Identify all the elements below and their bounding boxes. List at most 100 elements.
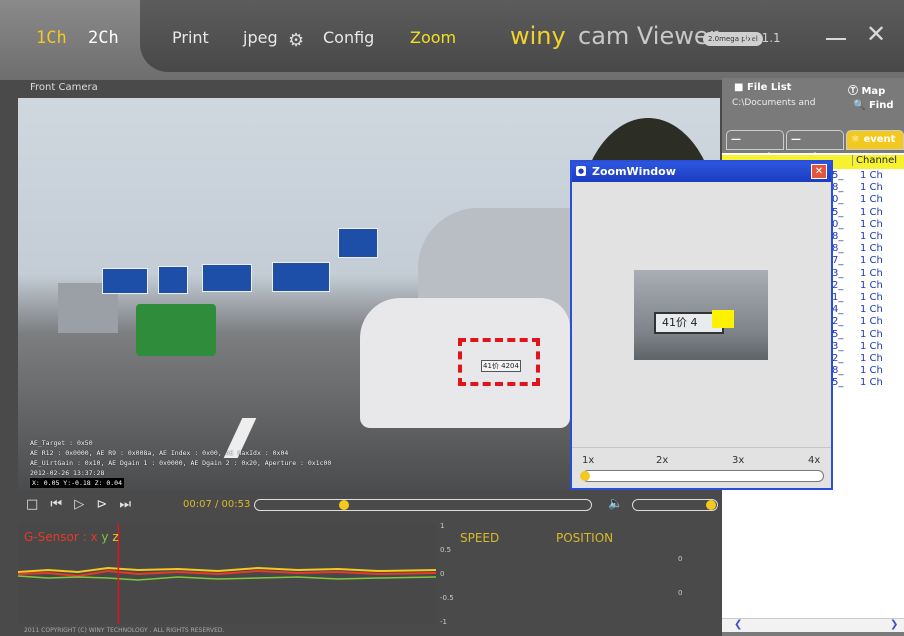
camera-icon: ●: [576, 166, 586, 176]
zoom-level-1x[interactable]: 1x: [582, 455, 594, 466]
zoom-level-3x[interactable]: 3x: [732, 455, 744, 466]
zoom-image: 41价 4: [634, 270, 768, 360]
legend-y: y: [101, 530, 109, 544]
playback-controls[interactable]: □ ⏮ ▷ ⊳ ⏭: [26, 497, 135, 512]
tab-2ch[interactable]: 2Ch: [88, 28, 119, 48]
axis-tick: 0.5: [440, 546, 452, 554]
file-list-button[interactable]: ■ File List: [734, 82, 791, 93]
axis-tick: 0: [440, 570, 445, 578]
list-item[interactable]: 8_ 1 Ch: [832, 182, 902, 193]
gsensor-legend: G-Sensor : x y z: [24, 530, 119, 544]
list-item[interactable]: 8_ 1 Ch: [832, 365, 902, 376]
list-item-channel: 1 Ch: [860, 279, 883, 291]
zoom-level-2x[interactable]: 2x: [656, 455, 668, 466]
gsensor-line-y: [17, 575, 437, 581]
list-item-channel: 1 Ch: [860, 255, 883, 267]
filter-motion[interactable]: — motion: [786, 130, 844, 163]
list-item[interactable]: 0_ 1 Ch: [832, 219, 902, 230]
path-field[interactable]: C:\Documents and: [732, 98, 842, 112]
list-item-number: 5_: [832, 206, 844, 218]
list-item-channel: 1 Ch: [860, 304, 883, 316]
filter-normal[interactable]: — normal: [726, 130, 784, 163]
list-item[interactable]: 5_ 1 Ch: [832, 377, 902, 388]
zoom-slider[interactable]: [582, 470, 824, 482]
volume-knob[interactable]: [706, 500, 716, 510]
gsensor-line-z: [17, 566, 437, 574]
list-item-channel: 1 Ch: [860, 328, 883, 340]
list-item-number: 5_: [832, 170, 844, 181]
list-item-number: 0_: [832, 218, 844, 230]
list-item-number: 8_: [832, 365, 844, 377]
list-item[interactable]: 3_ 1 Ch: [832, 268, 902, 279]
list-item-channel: 1 Ch: [860, 218, 883, 230]
horizontal-scrollbar[interactable]: ❮ ❯: [722, 618, 904, 632]
list-item[interactable]: 5_ 1 Ch: [832, 329, 902, 340]
list-item-number: 4_: [832, 304, 844, 316]
list-item[interactable]: 2_ 1 Ch: [832, 353, 902, 364]
list-item-channel: 1 Ch: [860, 292, 883, 303]
speed-value: 0: [678, 555, 683, 563]
list-item[interactable]: 4_ 1 Ch: [832, 304, 902, 315]
zoom-slider-knob[interactable]: [580, 471, 590, 481]
sensor-overlay: AE_Target : 0x50 AE R12 : 0x0000, AE R9 …: [30, 438, 331, 488]
list-item-channel: 1 Ch: [860, 316, 883, 328]
menu-print[interactable]: Print: [172, 28, 209, 47]
map-button[interactable]: Ⓣ Map: [848, 82, 885, 97]
filter-event-label: event: [863, 134, 896, 145]
minimize-icon[interactable]: [826, 38, 846, 40]
zoom-window[interactable]: ● ZoomWindow ✕ 41价 4 1x 2x 3x 4x: [570, 160, 833, 490]
overlay-xyz: X: 0.05 Y:-0.18 Z: 0.04: [30, 478, 125, 488]
gear-icon[interactable]: ⚙: [288, 30, 310, 52]
zoom-divider: [572, 447, 831, 448]
road-sign: [158, 266, 188, 294]
zoom-title: ZoomWindow: [592, 165, 676, 178]
list-item[interactable]: 1_ 1 Ch: [832, 292, 902, 303]
bus: [136, 304, 216, 356]
find-button[interactable]: 🔍 Find: [853, 100, 893, 111]
tab-1ch[interactable]: 1Ch: [36, 28, 67, 48]
list-item[interactable]: 5_ 1 Ch: [832, 170, 902, 181]
list-item-number: 5_: [832, 377, 844, 389]
menu-config[interactable]: Config: [323, 28, 374, 47]
overlay-line: AE_Target : 0x50: [30, 439, 93, 447]
road-sign: [338, 228, 378, 258]
list-item-number: 3_: [832, 340, 844, 352]
list-item-number: 8_: [832, 231, 844, 242]
menu-zoom[interactable]: Zoom: [410, 28, 456, 47]
list-item-number: 8_: [832, 243, 844, 255]
list-item[interactable]: 5_ 1 Ch: [832, 207, 902, 218]
list-item[interactable]: 0_ 1 Ch: [832, 194, 902, 205]
column-channel[interactable]: Channel: [852, 155, 897, 166]
scroll-right-icon[interactable]: ❯: [890, 619, 898, 630]
list-item-number: 3_: [832, 267, 844, 279]
menu-jpeg[interactable]: jpeg: [243, 28, 278, 47]
list-item-channel: 1 Ch: [860, 353, 883, 364]
list-item[interactable]: 2_ 1 Ch: [832, 316, 902, 327]
list-item-number: 1_: [832, 292, 844, 303]
list-item[interactable]: 8_ 1 Ch: [832, 231, 902, 242]
zoom-close-button[interactable]: ✕: [811, 164, 827, 179]
list-item-channel: 1 Ch: [860, 377, 883, 389]
axis-tick: -1: [440, 618, 447, 626]
scroll-left-icon[interactable]: ❮: [734, 619, 742, 630]
zoom-level-4x[interactable]: 4x: [808, 455, 820, 466]
list-item-channel: 1 Ch: [860, 243, 883, 255]
seek-bar[interactable]: [254, 499, 592, 511]
speaker-icon[interactable]: 🔈: [608, 496, 623, 510]
road-sign: [272, 262, 330, 292]
list-item[interactable]: 2_ 1 Ch: [832, 280, 902, 291]
list-item-number: 5_: [832, 328, 844, 340]
road-sign: [102, 268, 148, 294]
close-icon[interactable]: ✕: [866, 22, 886, 46]
overlay-line: AE R12 : 0x0000, AE R9 : 0x008a, AE Inde…: [30, 449, 289, 457]
list-item[interactable]: 8_ 1 Ch: [832, 243, 902, 254]
filter-event[interactable]: ⚛ event: [846, 130, 904, 150]
list-item-channel: 1 Ch: [860, 182, 883, 194]
list-item-channel: 1 Ch: [860, 206, 883, 218]
axis-tick: 1: [440, 522, 445, 530]
list-item[interactable]: 3_ 1 Ch: [832, 341, 902, 352]
zoom-titlebar[interactable]: ● ZoomWindow ✕: [572, 162, 831, 182]
position-label: POSITION: [556, 531, 614, 545]
zoom-selection-rect[interactable]: [458, 338, 540, 386]
list-item[interactable]: 7_ 1 Ch: [832, 255, 902, 266]
